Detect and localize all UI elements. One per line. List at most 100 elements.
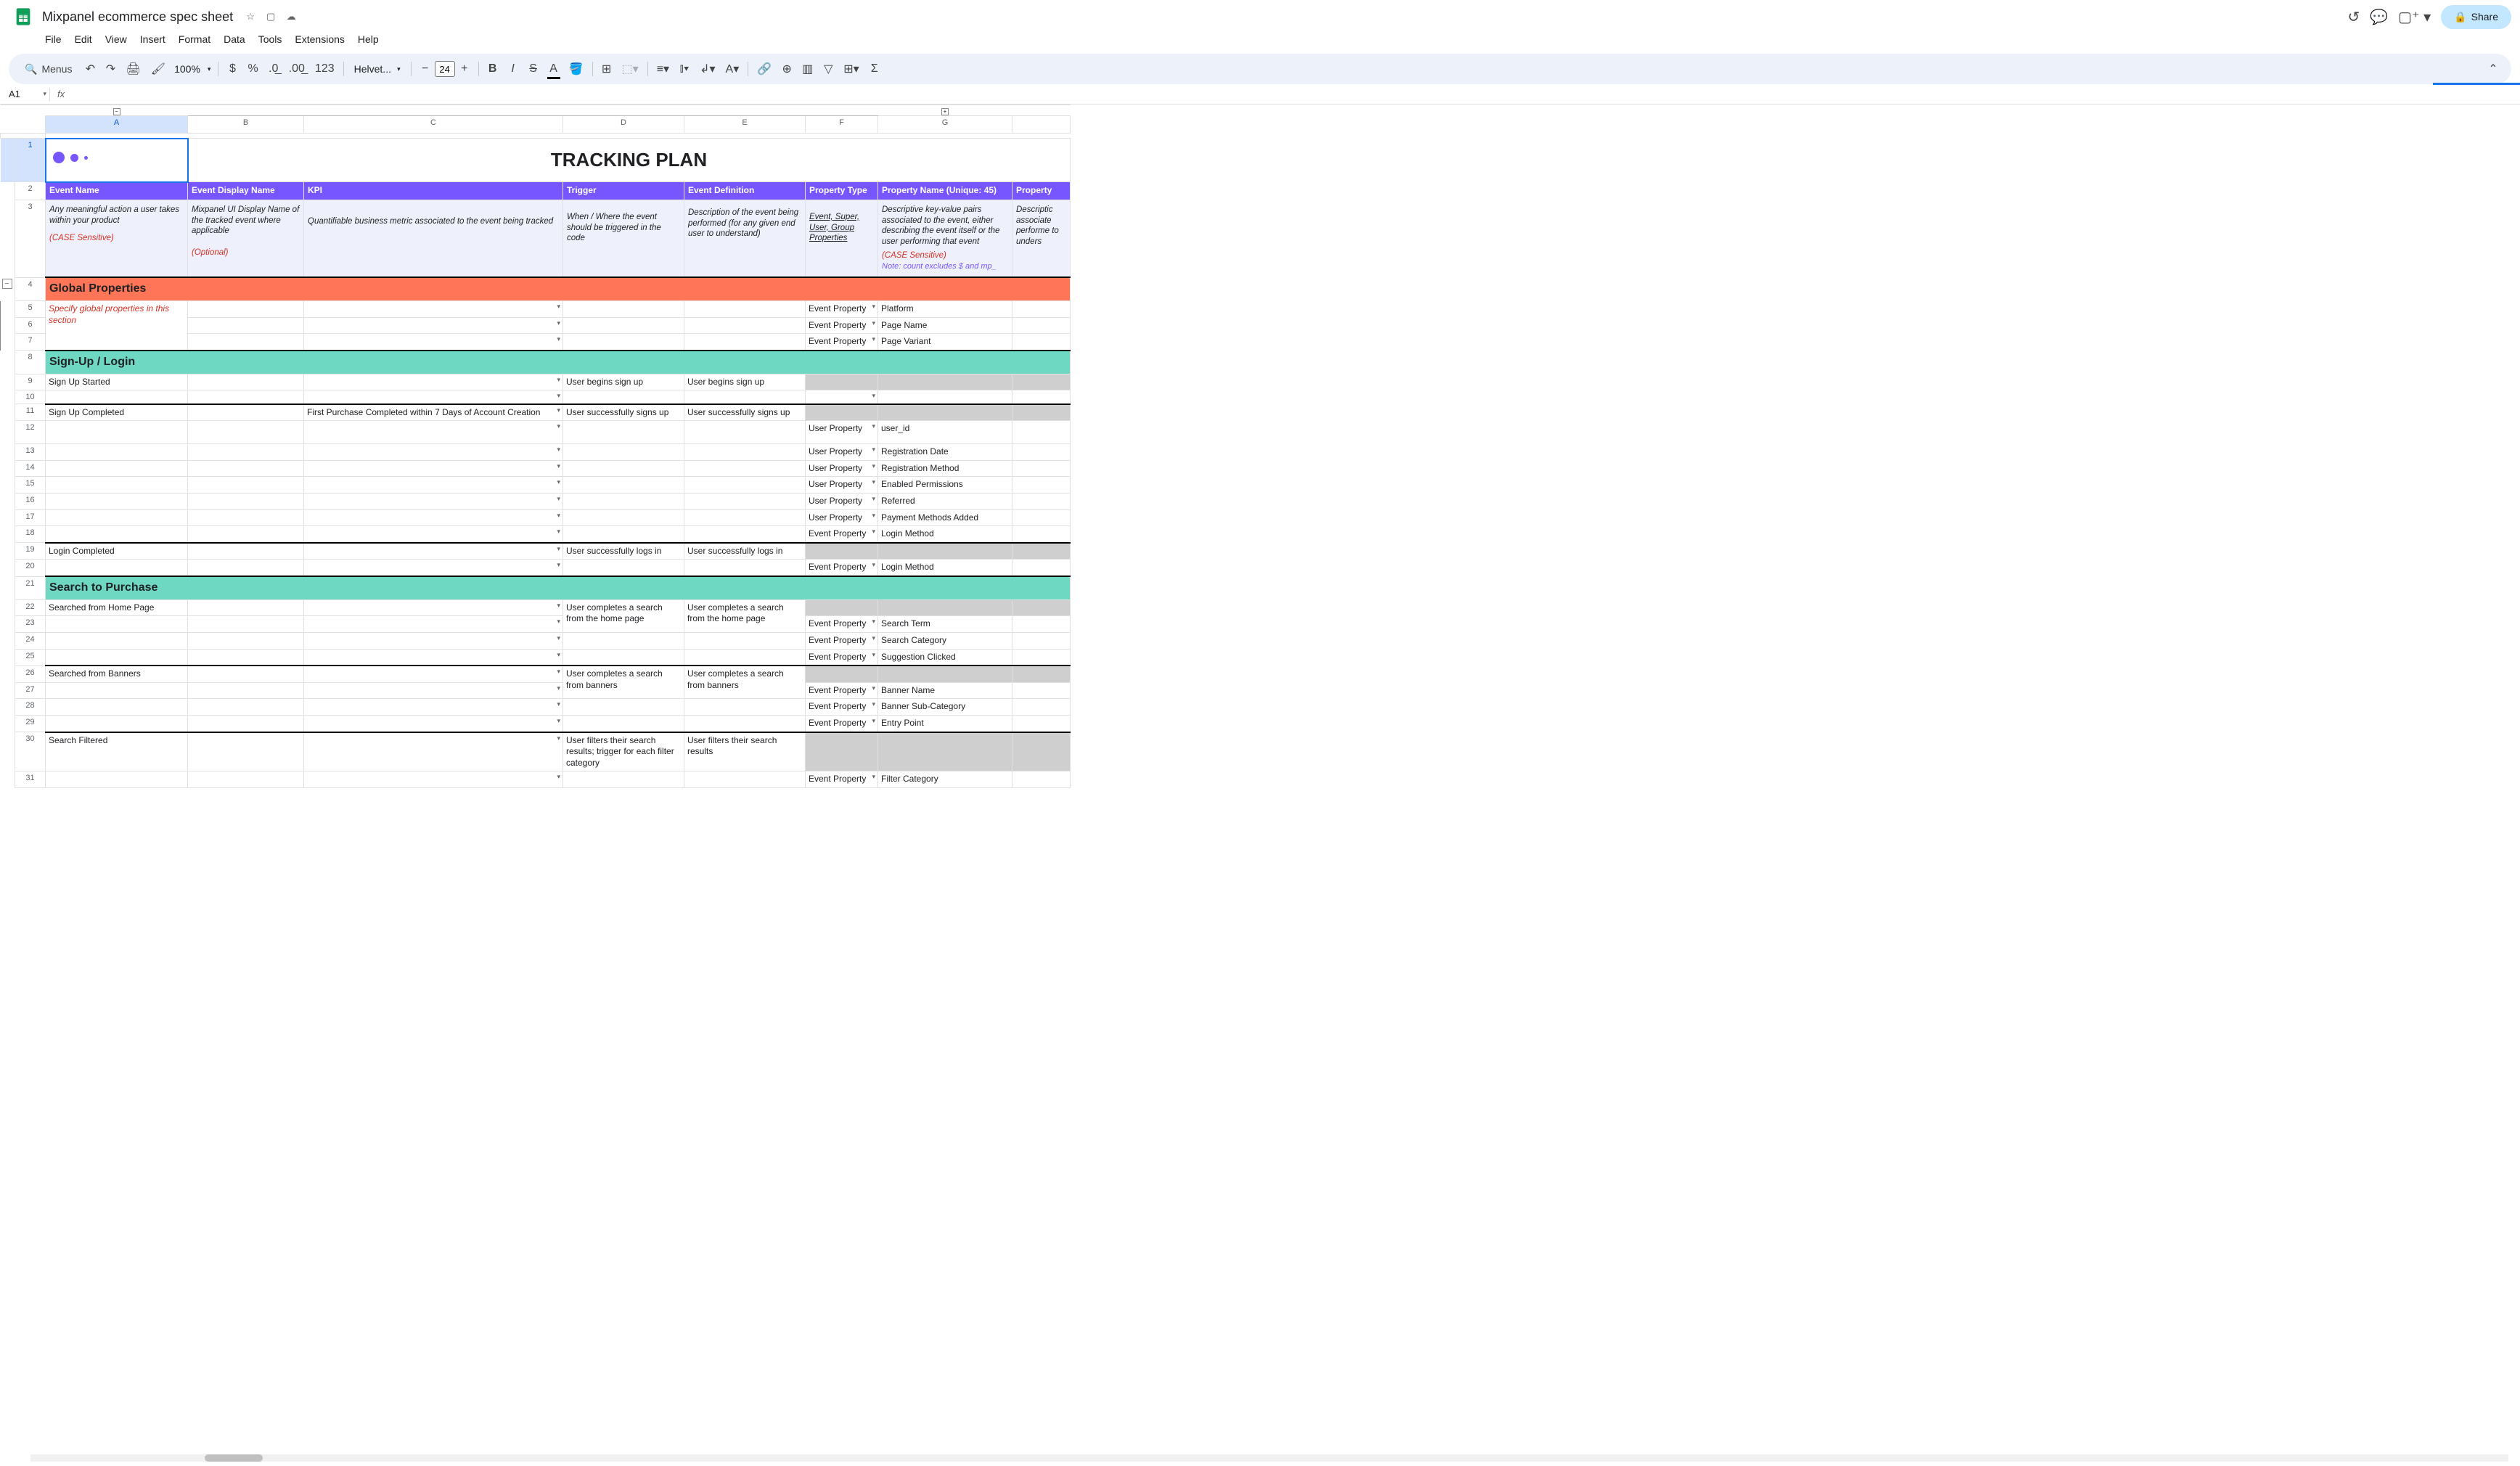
filter-button[interactable]: ▽ (819, 60, 838, 78)
row-header-8[interactable]: 8 (15, 351, 46, 374)
col-header-a[interactable]: A (46, 116, 188, 134)
spreadsheet-grid[interactable]: − + A B C D E F G 1 TRACKING PLAN 2 Even… (0, 105, 2520, 1462)
cell-F12[interactable]: User Property (806, 421, 878, 444)
cell-G5[interactable]: Platform (878, 301, 1012, 318)
cell-G2[interactable]: Property Name (Unique: 45) (878, 182, 1012, 200)
name-box[interactable]: A1 (6, 87, 49, 101)
cell-F2[interactable]: Property Type (806, 182, 878, 200)
cell-E11[interactable]: User successfully signs up (684, 404, 806, 421)
cell-title[interactable]: TRACKING PLAN (188, 139, 1071, 182)
cell-A9[interactable]: Sign Up Started (46, 374, 188, 390)
cell-G23[interactable]: Search Term (878, 616, 1012, 633)
row-header-23[interactable]: 23 (15, 616, 46, 633)
cell-A1[interactable] (46, 139, 188, 182)
redo-button[interactable]: ↷ (101, 60, 120, 78)
cell-G25[interactable]: Suggestion Clicked (878, 649, 1012, 666)
cell-D30[interactable]: User filters their search results; trigg… (563, 732, 684, 771)
move-icon[interactable]: ▢ (263, 11, 278, 22)
cell-A3[interactable]: Any meaningful action a user takes withi… (46, 200, 188, 277)
cell-E30[interactable]: User filters their search results (684, 732, 806, 771)
cell-C2[interactable]: KPI (304, 182, 563, 200)
text-color-button[interactable]: A (544, 60, 563, 78)
row-header-2[interactable]: 2 (15, 182, 46, 200)
increase-font-button[interactable]: + (455, 60, 474, 78)
row-header-14[interactable]: 14 (15, 460, 46, 477)
cell-F7[interactable]: Event Property (806, 334, 878, 351)
cell-F29[interactable]: Event Property (806, 715, 878, 732)
meet-icon[interactable]: ▢⁺ ▾ (2398, 8, 2431, 26)
menu-edit[interactable]: Edit (69, 30, 98, 48)
halign-button[interactable]: ≡▾ (652, 60, 674, 78)
cell-F16[interactable]: User Property (806, 494, 878, 510)
col-group-add[interactable]: + (941, 108, 949, 115)
cell-G17[interactable]: Payment Methods Added (878, 509, 1012, 526)
col-header-d[interactable]: D (563, 116, 684, 134)
format-currency-button[interactable]: $ (223, 60, 242, 78)
star-icon[interactable]: ☆ (243, 11, 258, 22)
font-select[interactable]: Helvet...▾ (348, 63, 406, 75)
cell-D11[interactable]: User successfully signs up (563, 404, 684, 421)
row-header-12[interactable]: 12 (15, 421, 46, 444)
row-header-18[interactable]: 18 (15, 526, 46, 543)
format-percent-button[interactable]: % (243, 60, 262, 78)
cell-E2[interactable]: Event Definition (684, 182, 806, 200)
comment-button[interactable]: ⊕ (777, 60, 796, 78)
more-formats-button[interactable]: 123 (311, 60, 339, 78)
cell-G14[interactable]: Registration Method (878, 460, 1012, 477)
cell-F28[interactable]: Event Property (806, 699, 878, 716)
bold-button[interactable]: B (483, 60, 502, 78)
increase-decimal-button[interactable]: .00̲ (285, 60, 309, 78)
sheets-logo[interactable] (9, 2, 38, 31)
menu-file[interactable]: File (39, 30, 68, 48)
cell-A26[interactable]: Searched from Banners (46, 666, 188, 682)
menu-insert[interactable]: Insert (134, 30, 171, 48)
cell-D19[interactable]: User successfully logs in (563, 543, 684, 560)
search-menus[interactable]: 🔍 Menus (17, 60, 79, 78)
cell-E22[interactable]: User completes a search from the home pa… (684, 599, 806, 632)
col-header-e[interactable]: E (684, 116, 806, 134)
collapse-toolbar-button[interactable]: ⌃ (2484, 60, 2503, 78)
row-header-17[interactable]: 17 (15, 509, 46, 526)
row-header-29[interactable]: 29 (15, 715, 46, 732)
row-header-9[interactable]: 9 (15, 374, 46, 390)
cell-A19[interactable]: Login Completed (46, 543, 188, 560)
cell-E26[interactable]: User completes a search from banners (684, 666, 806, 699)
menu-view[interactable]: View (99, 30, 133, 48)
history-icon[interactable]: ↺ (2347, 8, 2360, 26)
menu-data[interactable]: Data (218, 30, 251, 48)
cell-section-search[interactable]: Search to Purchase (46, 576, 1071, 599)
row-header-22[interactable]: 22 (15, 599, 46, 616)
row-header-15[interactable]: 15 (15, 477, 46, 494)
row-header-1[interactable]: 1 (15, 139, 46, 182)
col-group-toggle[interactable]: − (113, 108, 120, 115)
cell-F15[interactable]: User Property (806, 477, 878, 494)
decrease-decimal-button[interactable]: .0̲ (264, 60, 283, 78)
row-header-11[interactable]: 11 (15, 404, 46, 421)
col-header-c[interactable]: C (304, 116, 563, 134)
row-header-30[interactable]: 30 (15, 732, 46, 771)
cell-section-signup[interactable]: Sign-Up / Login (46, 351, 1071, 374)
comments-icon[interactable]: 💬 (2370, 8, 2388, 26)
strikethrough-button[interactable]: S (524, 60, 543, 78)
cell-G7[interactable]: Page Variant (878, 334, 1012, 351)
row-header-10[interactable]: 10 (15, 390, 46, 404)
zoom-select[interactable]: 100%▾ (171, 63, 213, 75)
cell-H3[interactable]: Descriptic associate performe to unders (1012, 200, 1071, 277)
borders-button[interactable]: ⊞ (597, 60, 616, 78)
row-header-3[interactable]: 3 (15, 200, 46, 277)
functions-button[interactable]: Σ (865, 60, 884, 78)
fill-color-button[interactable]: 🪣 (565, 60, 588, 78)
row-header-16[interactable]: 16 (15, 494, 46, 510)
cell-G18[interactable]: Login Method (878, 526, 1012, 543)
share-button[interactable]: 🔒 Share (2441, 5, 2511, 29)
valign-button[interactable]: ⫾▾ (675, 60, 694, 78)
cell-F24[interactable]: Event Property (806, 633, 878, 650)
menu-help[interactable]: Help (352, 30, 385, 48)
row-header-26[interactable]: 26 (15, 666, 46, 682)
merge-button[interactable]: ⬚▾ (618, 60, 643, 78)
cell-F31[interactable]: Event Property (806, 771, 878, 788)
cell-F20[interactable]: Event Property (806, 560, 878, 576)
cell-E3[interactable]: Description of the event being performed… (684, 200, 806, 277)
cell-G24[interactable]: Search Category (878, 633, 1012, 650)
cell-D22[interactable]: User completes a search from the home pa… (563, 599, 684, 632)
